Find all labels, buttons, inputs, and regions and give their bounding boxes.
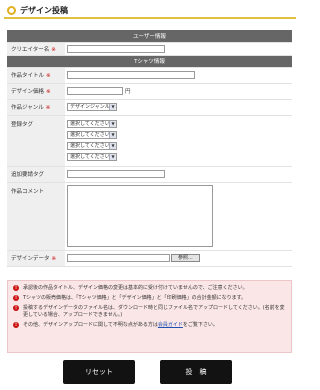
- additional-tag-value-cell: [65, 166, 292, 183]
- row-creator-name: クリエイター名 ※: [7, 42, 292, 56]
- design-price-value-cell: 円: [65, 83, 292, 100]
- registered-tags-value-cell: 選択してください ▼ 選択してください ▼ 選択してください ▼ 選択してください ▼: [65, 115, 292, 167]
- exclamation-icon: !: [13, 285, 19, 291]
- additional-tag-input[interactable]: [67, 170, 165, 178]
- tag-select-4-value: 選択してください: [70, 153, 110, 160]
- work-comment-label: 作品コメント: [11, 188, 45, 195]
- chevron-down-icon: ▼: [109, 153, 116, 160]
- tag-select-3[interactable]: 選択してください ▼: [67, 141, 117, 150]
- work-title-value-cell: [65, 67, 292, 84]
- note-text: 承認後の作品タイトル、デザイン価格の変更は基本的に受け付けていませんので、ご注意…: [23, 285, 248, 291]
- work-genre-selected: デザインジャンル1: [70, 104, 113, 110]
- section-title-user-info: ユーザー情報: [7, 30, 292, 43]
- note-text: Tシャツの販売価格は、「Tシャツ価格」と「デザイン価格」と「印刷価格」の合計金額…: [23, 295, 247, 301]
- reset-button[interactable]: リセット: [63, 360, 135, 384]
- design-price-input[interactable]: [67, 87, 123, 95]
- chevron-down-icon: ▼: [109, 131, 116, 138]
- browse-button[interactable]: 参照...: [171, 254, 200, 262]
- creator-name-input[interactable]: [67, 44, 165, 53]
- exclamation-icon: !: [13, 305, 19, 311]
- row-additional-tag: 追加要請タグ: [7, 166, 292, 183]
- note-text-before: その他、デザインアップロードに関して不明な点がある方は: [23, 322, 158, 328]
- work-title-input[interactable]: [67, 71, 195, 79]
- required-mark: ※: [51, 46, 56, 53]
- design-price-label-cell: デザイン価格 ※: [7, 83, 65, 100]
- note-item: ! 投稿するデザインデータのファイル名は、ダウンロード時と同じファイル名でアップロ…: [13, 305, 286, 319]
- design-price-label: デザイン価格: [11, 89, 45, 95]
- tag-select-4[interactable]: 選択してください ▼: [67, 152, 117, 161]
- page-title: デザイン投稿: [20, 6, 68, 15]
- section-header-user-info: ユーザー情報: [7, 30, 292, 43]
- submit-button[interactable]: 投 稿: [160, 360, 232, 384]
- page-header: デザイン投稿: [4, 3, 296, 19]
- member-guide-link[interactable]: 会員ガイド: [158, 322, 183, 328]
- chevron-down-icon: ▼: [109, 142, 116, 149]
- exclamation-icon: !: [13, 295, 19, 301]
- tag-select-3-value: 選択してください: [70, 142, 110, 149]
- row-work-title: 作品タイトル ※: [7, 67, 292, 84]
- additional-tag-label-cell: 追加要請タグ: [7, 166, 65, 183]
- design-data-value-cell: 参照...: [65, 250, 292, 267]
- note-item: ! Tシャツの販売価格は、「Tシャツ価格」と「デザイン価格」と「印刷価格」の合計金…: [13, 295, 286, 302]
- design-post-form: ユーザー情報 クリエイター名 ※ Tシャツ情報 作品タイトル ※ デザイン価格 ※ 円…: [7, 30, 292, 267]
- note-text-after: をご覧下さい。: [182, 322, 218, 328]
- design-data-label-cell: デザインデータ ※: [7, 250, 65, 267]
- note-item: ! その他、デザインアップロードに関して不明な点がある方は会員ガイドをご覧下さい。: [13, 322, 286, 329]
- required-mark: ※: [51, 256, 57, 262]
- row-design-price: デザイン価格 ※ 円: [7, 83, 292, 100]
- tag-select-1-value: 選択してください: [70, 120, 110, 127]
- tag-select-2[interactable]: 選択してください ▼: [67, 130, 117, 139]
- design-data-label: デザインデータ: [11, 256, 50, 262]
- work-comment-textarea[interactable]: [67, 185, 213, 247]
- required-mark: ※: [46, 89, 51, 95]
- title-circle-icon: [7, 6, 16, 15]
- row-work-comment: 作品コメント: [7, 182, 292, 251]
- note-text: 投稿するデザインデータのファイル名は、ダウンロード時と同じファイル名でアップロー…: [23, 305, 285, 318]
- creator-name-label-cell: クリエイター名 ※: [7, 42, 65, 56]
- chevron-down-icon: ▼: [109, 104, 116, 110]
- creator-name-label: クリエイター名: [11, 46, 50, 53]
- work-comment-label-cell: 作品コメント: [7, 182, 65, 251]
- notes-box: ! 承認後の作品タイトル、デザイン価格の変更は基本的に受け付けていませんので、ご注…: [7, 280, 292, 353]
- work-genre-select[interactable]: デザインジャンル1 ▼: [67, 103, 117, 111]
- required-mark: ※: [46, 73, 51, 79]
- work-comment-value-cell: [65, 182, 292, 251]
- row-design-data: デザインデータ ※ 参照...: [7, 250, 292, 267]
- registered-tags-label: 登録タグ: [11, 121, 34, 128]
- section-title-tshirt-info: Tシャツ情報: [7, 55, 292, 68]
- work-genre-value-cell: デザインジャンル1 ▼: [65, 99, 292, 116]
- work-title-label-cell: 作品タイトル ※: [7, 67, 65, 84]
- section-header-tshirt-info: Tシャツ情報: [7, 55, 292, 68]
- row-registered-tags: 登録タグ 選択してください ▼ 選択してください ▼ 選択してください ▼ 選択してく…: [7, 115, 292, 167]
- tag-select-1[interactable]: 選択してください ▼: [67, 119, 117, 128]
- row-work-genre: 作品ジャンル ※ デザインジャンル1 ▼: [7, 99, 292, 116]
- yen-unit: 円: [125, 89, 131, 95]
- registered-tags-label-cell: 登録タグ: [7, 115, 65, 167]
- work-genre-label-cell: 作品ジャンル ※: [7, 99, 65, 116]
- chevron-down-icon: ▼: [109, 120, 116, 127]
- required-mark: ※: [45, 105, 51, 111]
- note-item: ! 承認後の作品タイトル、デザイン価格の変更は基本的に受け付けていませんので、ご注…: [13, 285, 286, 292]
- tag-select-2-value: 選択してください: [70, 131, 110, 138]
- work-title-label: 作品タイトル: [11, 73, 45, 79]
- creator-name-value-cell: [65, 42, 292, 56]
- design-data-file-input[interactable]: [67, 254, 170, 262]
- work-genre-label: 作品ジャンル: [11, 105, 44, 111]
- exclamation-icon: !: [13, 322, 19, 328]
- additional-tag-label: 追加要請タグ: [11, 172, 45, 178]
